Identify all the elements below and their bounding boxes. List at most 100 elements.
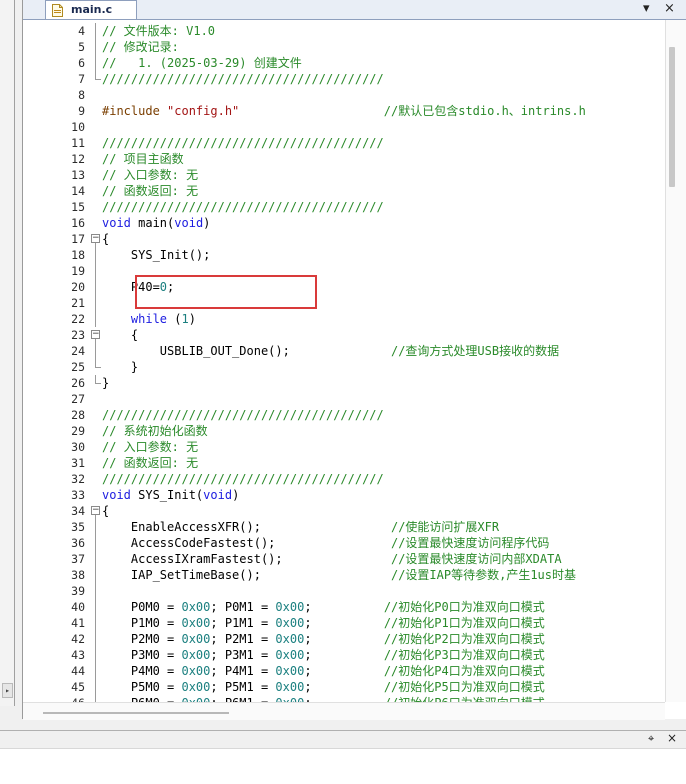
code-line[interactable]: 5 // 修改记录: xyxy=(23,39,665,55)
code-token: ; xyxy=(304,600,384,614)
horizontal-scroll-thumb[interactable] xyxy=(43,712,229,714)
code-line[interactable]: 43 P3M0 = 0x00; P3M1 = 0x00; //初始化P3口为准双… xyxy=(23,647,665,663)
output-panel-header: ⌖ × xyxy=(0,731,686,749)
vertical-scroll-thumb[interactable] xyxy=(669,47,675,187)
code-text: /////////////////////////////////////// xyxy=(102,135,384,151)
line-number: 44 xyxy=(71,664,85,678)
code-line[interactable]: 39 xyxy=(23,583,665,599)
tab-main-c[interactable]: main.c xyxy=(45,0,137,19)
code-line[interactable]: 21 xyxy=(23,295,665,311)
code-line[interactable]: 20 P40=0; xyxy=(23,279,665,295)
code-line[interactable]: 42 P2M0 = 0x00; P2M1 = 0x00; //初始化P2口为准双… xyxy=(23,631,665,647)
line-number: 36 xyxy=(71,536,85,550)
code-line[interactable]: 24 USBLIB_OUT_Done(); //查询方式处理USB接收的数据 xyxy=(23,343,665,359)
line-number: 38 xyxy=(71,568,85,582)
code-line[interactable]: 28 //////////////////////////////////////… xyxy=(23,407,665,423)
code-token: 1 xyxy=(181,312,189,326)
code-line[interactable]: 7 /////////////////////////////////////// xyxy=(23,71,665,87)
fold-guide xyxy=(95,247,96,263)
code-text: P4M0 = 0x00; P4M1 = 0x00; //初始化P4口为准双向口模… xyxy=(102,663,545,679)
code-line[interactable]: 26} xyxy=(23,375,665,391)
code-line[interactable]: 8 xyxy=(23,87,665,103)
scroll-right-arrow-icon[interactable]: ▸ xyxy=(2,683,13,698)
code-text: // 1. (2025-03-29) 创建文件 xyxy=(102,55,302,71)
code-line[interactable]: 13 // 入口参数: 无 xyxy=(23,167,665,183)
code-line[interactable]: 38 IAP_SetTimeBase(); //设置IAP等待参数,产生1us时… xyxy=(23,567,665,583)
line-number: 20 xyxy=(71,280,85,294)
code-line[interactable]: 6 // 1. (2025-03-29) 创建文件 xyxy=(23,55,665,71)
code-token: //初始化P5口为准双向口模式 xyxy=(383,680,545,694)
code-line[interactable]: 33 void SYS_Init(void) xyxy=(23,487,665,503)
code-token: EnableAccessXFR(); xyxy=(102,520,391,534)
line-number: 21 xyxy=(71,296,85,310)
line-number: 11 xyxy=(71,136,85,150)
line-number: 46 xyxy=(23,695,85,702)
code-token: IAP_SetTimeBase(); xyxy=(102,568,391,582)
code-line[interactable]: 30 // 入口参数: 无 xyxy=(23,439,665,455)
code-token: while xyxy=(130,312,168,326)
code-line[interactable]: 9 #include "config.h" //默认已包含stdio.h、intr… xyxy=(23,103,665,119)
code-line[interactable]: 25 } xyxy=(23,359,665,375)
code-token: { xyxy=(102,232,110,246)
code-line[interactable]: 27 xyxy=(23,391,665,407)
code-token: // 修改记录: xyxy=(102,40,179,54)
code-line[interactable]: 15 //////////////////////////////////////… xyxy=(23,199,665,215)
code-line[interactable]: 11 //////////////////////////////////////… xyxy=(23,135,665,151)
code-token: ; xyxy=(304,680,384,694)
code-line[interactable]: 31 // 函数返回: 无 xyxy=(23,455,665,471)
code-line[interactable]: 37 AccessIXramFastest(); //设置最快速度访问内部XDA… xyxy=(23,551,665,567)
code-line[interactable]: 4 // 文件版本: V1.0 xyxy=(23,23,665,39)
code-line[interactable]: 45 P5M0 = 0x00; P5M1 = 0x00; //初始化P5口为准双… xyxy=(23,679,665,695)
code-line[interactable]: 35 EnableAccessXFR(); //使能访问扩展XFR xyxy=(23,519,665,535)
close-panel-icon[interactable]: × xyxy=(667,731,677,745)
code-line[interactable]: 46 P6M0 = 0x00; P6M1 = 0x00; //初始化P6口为准双… xyxy=(23,695,665,702)
code-token: 0x00 xyxy=(275,664,305,678)
code-line[interactable]: 34−{ xyxy=(23,503,665,519)
code-line[interactable]: 40 P0M0 = 0x00; P0M1 = 0x00; //初始化P0口为准双… xyxy=(23,599,665,615)
code-line[interactable]: 10 xyxy=(23,119,665,135)
fold-guide xyxy=(95,519,96,535)
code-line[interactable]: 29 // 系统初始化函数 xyxy=(23,423,665,439)
code-line[interactable]: 23− { xyxy=(23,327,665,343)
collapse-block-icon[interactable]: − xyxy=(91,234,100,243)
collapse-block-icon[interactable]: − xyxy=(91,330,100,339)
code-token: AccessIXramFastest(); xyxy=(102,552,391,566)
collapse-block-icon[interactable]: − xyxy=(91,506,100,515)
tab-list-dropdown-icon[interactable]: ▾ xyxy=(643,0,650,18)
pin-icon[interactable]: ⌖ xyxy=(648,732,654,746)
code-line[interactable]: 18 SYS_Init(); xyxy=(23,247,665,263)
line-number: 19 xyxy=(71,264,85,278)
fold-guide xyxy=(95,647,96,663)
code-token: ; P5M1 = xyxy=(210,680,276,694)
code-line[interactable]: 41 P1M0 = 0x00; P1M1 = 0x00; //初始化P1口为准双… xyxy=(23,615,665,631)
code-token: ; P3M1 = xyxy=(210,648,276,662)
code-line[interactable]: 17−{ xyxy=(23,231,665,247)
code-line[interactable]: 12 // 项目主函数 xyxy=(23,151,665,167)
fold-guide xyxy=(95,663,96,679)
code-token: main( xyxy=(130,216,175,230)
code-text: #include "config.h" //默认已包含stdio.h、intri… xyxy=(102,103,586,119)
line-number: 30 xyxy=(71,440,85,454)
close-tab-icon[interactable]: × xyxy=(664,0,675,18)
code-line[interactable]: 36 AccessCodeFastest(); //设置最快速度访问程序代码 xyxy=(23,535,665,551)
code-text: /////////////////////////////////////// xyxy=(102,199,384,215)
line-number: 43 xyxy=(71,648,85,662)
code-token: AccessCodeFastest(); xyxy=(102,536,391,550)
code-token: //设置最快速度访问内部XDATA xyxy=(390,552,562,566)
fold-guide xyxy=(95,311,96,327)
code-line[interactable]: 44 P4M0 = 0x00; P4M1 = 0x00; //初始化P4口为准双… xyxy=(23,663,665,679)
code-token: // 文件版本: V1.0 xyxy=(102,24,216,38)
code-line[interactable]: 14 // 函数返回: 无 xyxy=(23,183,665,199)
line-number: 40 xyxy=(71,600,85,614)
vertical-scrollbar[interactable] xyxy=(665,20,686,702)
code-line[interactable]: 32 //////////////////////////////////////… xyxy=(23,471,665,487)
fold-guide xyxy=(95,343,96,359)
code-line[interactable]: 22 while (1) xyxy=(23,311,665,327)
code-line[interactable]: 19 xyxy=(23,263,665,279)
code-token: 0x00 xyxy=(181,648,211,662)
horizontal-scrollbar[interactable] xyxy=(23,702,665,720)
code-editor[interactable]: 4 // 文件版本: V1.0 5 // 修改记录: 6 // 1. (2025-03-2… xyxy=(23,20,665,702)
fold-guide xyxy=(95,279,96,295)
code-line[interactable]: 16 void main(void) xyxy=(23,215,665,231)
